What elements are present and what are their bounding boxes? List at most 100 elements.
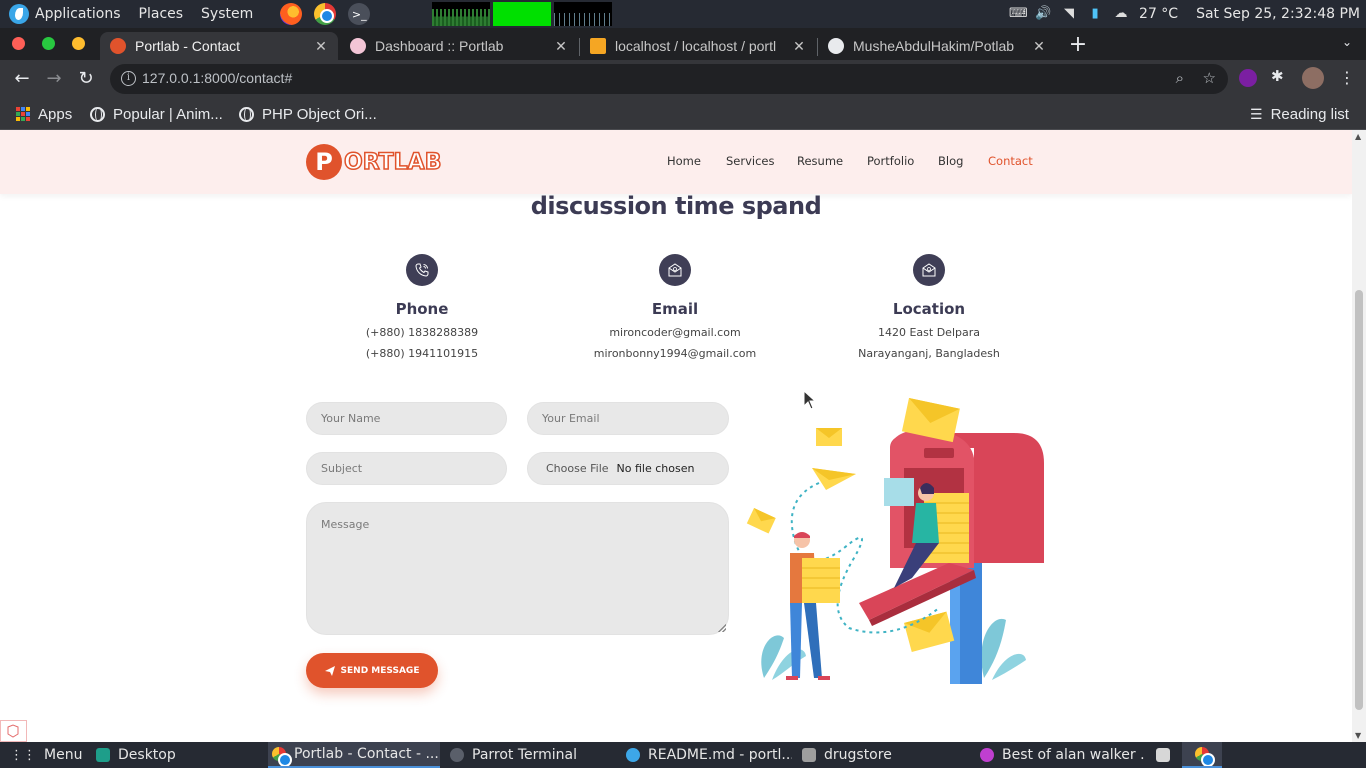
email-field[interactable]: Your Email	[527, 402, 729, 435]
firefox-launcher-icon[interactable]	[280, 3, 303, 25]
battery-icon[interactable]: ▮	[1087, 7, 1103, 21]
chrome-launcher-icon[interactable]	[314, 3, 337, 25]
desktop-top-panel: Applications Places System >_ ⌨ 🔊 ◥ ▮ ☁ …	[0, 0, 1366, 28]
bookmark-popular-anime[interactable]: Popular | Anim...	[90, 102, 223, 126]
maximize-window-button[interactable]	[42, 37, 55, 50]
close-tab-icon[interactable]: ✕	[1032, 38, 1046, 55]
terminal-launcher-icon[interactable]: >_	[348, 3, 371, 25]
nav-portfolio[interactable]: Portfolio	[867, 154, 914, 168]
portlab-logo[interactable]: P ORTLAB	[306, 144, 442, 180]
weather-temp: 27 °C	[1139, 6, 1179, 22]
address-bar[interactable]: i 127.0.0.1:8000/contact# ⌕ ☆	[110, 64, 1228, 94]
email-line-1: mironcoder@gmail.com	[609, 326, 741, 339]
taskbar-tray-app[interactable]	[1156, 742, 1170, 768]
wifi-icon[interactable]: ◥	[1061, 7, 1077, 21]
browser-menu-icon[interactable]: ⋮	[1336, 68, 1358, 87]
reading-list-button[interactable]: ☰ Reading list	[1250, 102, 1349, 126]
tab-dashboard[interactable]: Dashboard :: Portlab ✕	[340, 32, 578, 60]
page-scrollbar[interactable]: ▲ ▼	[1352, 130, 1366, 742]
cpu-graph	[432, 2, 491, 26]
subject-field[interactable]: Subject	[306, 452, 507, 485]
contact-email: Email mironcoder@gmail.com mironbonny199…	[555, 254, 795, 360]
applications-menu[interactable]: Applications	[0, 0, 130, 28]
parrot-logo-icon	[9, 4, 29, 24]
back-button[interactable]: ←	[11, 68, 33, 89]
bookmarks-bar: Apps Popular | Anim... PHP Object Ori...…	[0, 98, 1366, 130]
minimize-window-button[interactable]	[72, 37, 85, 50]
keyboard-icon[interactable]: ⌨	[1009, 7, 1028, 21]
taskbar-media-player[interactable]: Best of alan walker ...	[980, 742, 1145, 768]
menu-label: Menu	[44, 747, 83, 763]
scrollbar-thumb[interactable]	[1355, 290, 1363, 710]
tab-portlab-contact[interactable]: Portlab - Contact ✕	[100, 32, 338, 60]
scroll-down-arrow-icon[interactable]: ▼	[1355, 731, 1361, 740]
tab-title: MusheAbdulHakim/Potlab	[853, 38, 1015, 54]
mouse-cursor-icon	[803, 390, 817, 410]
email-title: Email	[651, 300, 699, 318]
tab-phpmyadmin[interactable]: localhost / localhost / portl ✕	[580, 32, 816, 60]
nav-blog[interactable]: Blog	[938, 154, 963, 168]
taskbar-chrome-pinned[interactable]	[1182, 742, 1222, 768]
browser-tab-bar: Portlab - Contact ✕ Dashboard :: Portlab…	[0, 28, 1366, 60]
close-tab-icon[interactable]: ✕	[314, 38, 328, 55]
chrome-icon	[272, 747, 292, 766]
zoom-icon[interactable]: ⌕	[1176, 69, 1184, 87]
reload-button[interactable]: ↻	[75, 68, 97, 89]
logo-text: ORTLAB	[343, 149, 442, 176]
close-tab-icon[interactable]: ✕	[554, 38, 568, 55]
tab-github[interactable]: MusheAbdulHakim/Potlab ✕	[818, 32, 1056, 60]
resize-handle[interactable]	[718, 624, 726, 632]
media-player-icon	[980, 748, 994, 762]
taskbar-parrot-terminal[interactable]: Parrot Terminal	[450, 742, 577, 768]
send-message-label: SEND MESSAGE	[340, 665, 420, 676]
bookmark-apps[interactable]: Apps	[16, 102, 72, 126]
forward-button[interactable]: →	[43, 68, 65, 89]
network-graph	[554, 2, 613, 26]
reading-list-icon: ☰	[1250, 105, 1263, 122]
taskbar-label: README.md - portl...	[648, 747, 792, 763]
clock[interactable]: Sat Sep 25, 2:32:48 PM	[1196, 6, 1360, 22]
file-input[interactable]: Choose File No file chosen	[527, 452, 729, 485]
volume-icon[interactable]: 🔊	[1035, 7, 1051, 21]
taskbar-desktop[interactable]: Desktop	[96, 742, 176, 768]
nav-home[interactable]: Home	[667, 154, 701, 168]
bookmark-label: PHP Object Ori...	[262, 105, 377, 123]
close-window-button[interactable]	[12, 37, 25, 50]
bookmark-label: Apps	[38, 105, 73, 123]
taskbar-drugstore[interactable]: drugstore	[802, 742, 892, 768]
places-menu[interactable]: Places	[130, 0, 193, 28]
email-line-2: mironbonny1994@gmail.com	[593, 347, 757, 360]
bookmark-php-oop[interactable]: PHP Object Ori...	[239, 102, 377, 126]
choose-file-button[interactable]: Choose File	[546, 462, 609, 475]
scroll-up-arrow-icon[interactable]: ▲	[1355, 132, 1361, 141]
new-tab-button[interactable]: +	[1068, 32, 1088, 57]
system-menu[interactable]: System	[192, 0, 262, 28]
message-textarea[interactable]: Message	[306, 502, 729, 635]
email-placeholder: Your Email	[542, 412, 600, 425]
nav-contact[interactable]: Contact	[988, 154, 1033, 168]
nav-services[interactable]: Services	[726, 154, 775, 168]
tab-title: Dashboard :: Portlab	[375, 38, 504, 54]
contact-location: Location 1420 East Delpara Narayanganj, …	[809, 254, 1049, 360]
bookmark-star-icon[interactable]: ☆	[1203, 69, 1216, 87]
site-info-icon[interactable]: i	[121, 71, 136, 86]
tab-search-icon[interactable]: ⌄	[1342, 35, 1352, 49]
extensions-puzzle-icon[interactable]: ✱	[1271, 67, 1289, 85]
download-extension-icon[interactable]	[1239, 69, 1257, 87]
message-placeholder: Message	[321, 518, 370, 531]
profile-avatar[interactable]	[1302, 67, 1324, 89]
tab-title: Portlab - Contact	[135, 38, 241, 54]
phpmyadmin-favicon-icon	[590, 38, 606, 54]
applications-menu-label: Applications	[35, 6, 121, 22]
name-field[interactable]: Your Name	[306, 402, 507, 435]
taskbar-readme[interactable]: README.md - portl...	[626, 742, 792, 768]
location-line-2: Narayanganj, Bangladesh	[858, 347, 1000, 360]
send-message-button[interactable]: SEND MESSAGE	[306, 653, 438, 688]
location-line-1: 1420 East Delpara	[877, 326, 980, 339]
start-menu-button[interactable]: ⋮⋮ Menu	[10, 742, 82, 768]
debug-toolbar-icon[interactable]	[0, 720, 27, 742]
close-tab-icon[interactable]: ✕	[792, 38, 806, 55]
nav-resume[interactable]: Resume	[797, 154, 843, 168]
taskbar-portlab-contact[interactable]: Portlab - Contact - ...	[268, 742, 440, 768]
folder-icon	[802, 748, 816, 762]
